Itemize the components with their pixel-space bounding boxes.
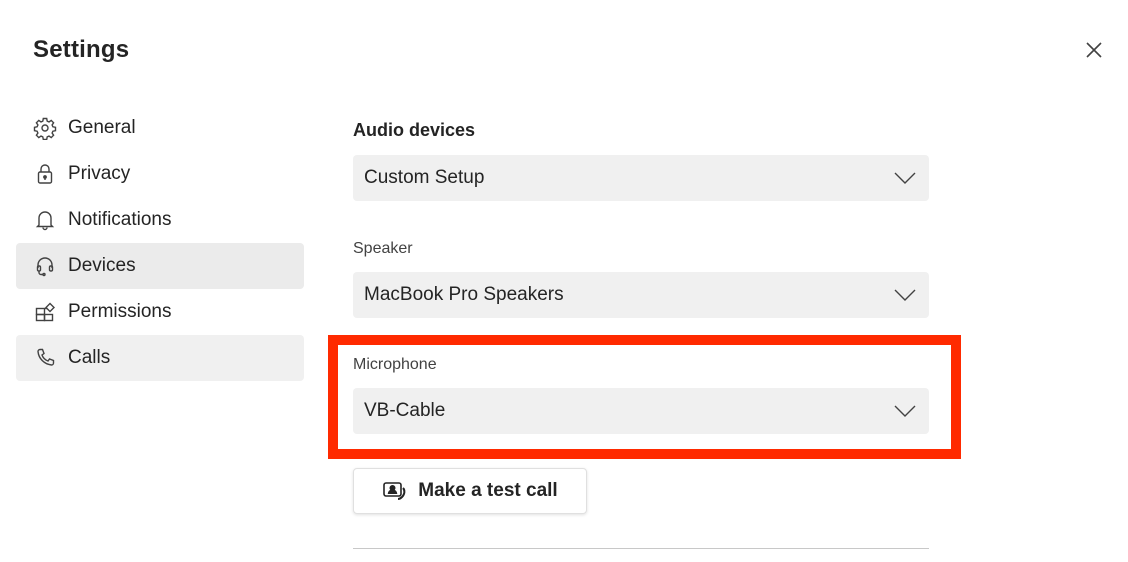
sidebar-item-privacy[interactable]: Privacy	[16, 151, 304, 197]
settings-sidebar: General Privacy Notifications Devices Pe…	[16, 105, 304, 381]
sidebar-item-calls[interactable]: Calls	[16, 335, 304, 381]
section-divider	[353, 548, 929, 549]
speaker-label: Speaker	[353, 240, 413, 257]
sidebar-item-devices[interactable]: Devices	[16, 243, 304, 289]
sidebar-item-general[interactable]: General	[16, 105, 304, 151]
lock-icon	[33, 162, 57, 186]
annotation-highlight-box	[328, 335, 961, 459]
chevron-down-icon	[893, 283, 917, 307]
make-test-call-button[interactable]: Make a test call	[353, 468, 587, 514]
page-title: Settings	[33, 36, 130, 63]
headset-icon	[33, 254, 57, 278]
close-button[interactable]	[1082, 38, 1106, 62]
apps-add-icon	[33, 300, 57, 324]
sidebar-item-label: Calls	[68, 347, 111, 368]
video-person-call-icon	[383, 482, 406, 500]
chevron-down-icon	[893, 166, 917, 190]
speaker-dropdown[interactable]: MacBook Pro Speakers	[353, 272, 929, 318]
bell-icon	[33, 208, 57, 232]
phone-icon	[33, 346, 57, 370]
sidebar-item-label: General	[68, 117, 136, 138]
sidebar-item-label: Notifications	[68, 209, 172, 230]
sidebar-item-label: Devices	[68, 255, 136, 276]
audio-setup-dropdown[interactable]: Custom Setup	[353, 155, 929, 201]
button-label: Make a test call	[418, 480, 558, 501]
gear-icon	[33, 116, 57, 140]
sidebar-item-notifications[interactable]: Notifications	[16, 197, 304, 243]
close-icon	[1086, 42, 1102, 58]
sidebar-item-label: Privacy	[68, 163, 131, 184]
sidebar-item-label: Permissions	[68, 301, 172, 322]
sidebar-item-permissions[interactable]: Permissions	[16, 289, 304, 335]
section-title: Audio devices	[353, 120, 476, 140]
dropdown-value: MacBook Pro Speakers	[364, 284, 564, 305]
dropdown-value: Custom Setup	[364, 167, 485, 188]
